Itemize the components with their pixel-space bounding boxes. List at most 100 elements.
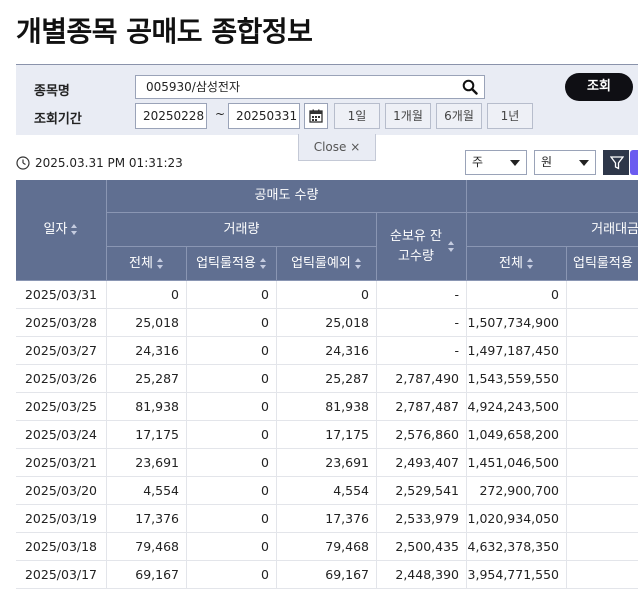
cell-value-total: 1,497,187,450: [467, 337, 567, 365]
col-uptick-applied-header[interactable]: 업틱룰적용: [187, 247, 277, 281]
col-uptick-exempt-header[interactable]: 업틱룰예외: [277, 247, 377, 281]
cell-value-total: 1,020,934,050: [467, 505, 567, 533]
col-value-total-header[interactable]: 전체: [467, 247, 567, 281]
sort-icon: [354, 257, 362, 270]
col-total-header[interactable]: 전체: [107, 247, 187, 281]
table-row[interactable]: 2025/03/19 17,376 0 17,376 2,533,979 1,020,93…: [16, 505, 638, 533]
chevron-down-icon: [510, 160, 520, 166]
cell-uptick-exempt: 4,554: [277, 477, 377, 505]
cell-uptick-exempt: 81,938: [277, 393, 377, 421]
cell-uptick-exempt: 25,018: [277, 309, 377, 337]
cell-value-uptick-applied: [567, 393, 638, 421]
table-row[interactable]: 2025/03/20 4,554 0 4,554 2,529,541 272,900,70…: [16, 477, 638, 505]
end-date-input[interactable]: 20250331: [228, 103, 300, 129]
share-unit-value: 주: [472, 155, 484, 169]
table-row[interactable]: 2025/03/17 69,167 0 69,167 2,448,390 3,954,77…: [16, 561, 638, 589]
cell-uptick-exempt: 23,691: [277, 449, 377, 477]
cell-uptick-applied: 0: [187, 533, 277, 561]
col-date-header[interactable]: 일자: [16, 180, 107, 281]
col-value-total-label: 전체: [499, 256, 523, 271]
sort-icon: [526, 257, 534, 270]
cell-date: 2025/03/17: [16, 561, 107, 589]
group-short-volume-header: 공매도 수량: [107, 180, 467, 213]
col-value-uptick-applied-label: 업틱룰적용: [573, 256, 633, 271]
cell-net-balance: 2,500,435: [377, 533, 467, 561]
query-button[interactable]: 조회: [565, 73, 633, 101]
cell-uptick-applied: 0: [187, 365, 277, 393]
calendar-button[interactable]: [304, 103, 328, 129]
cell-total: 79,468: [107, 533, 187, 561]
period-1year-button[interactable]: 1년: [487, 103, 533, 129]
table-row[interactable]: 2025/03/18 79,468 0 79,468 2,500,435 4,632,37…: [16, 533, 638, 561]
period-6month-button[interactable]: 6개월: [436, 103, 482, 129]
cell-date: 2025/03/27: [16, 337, 107, 365]
cell-value-uptick-applied: [567, 365, 638, 393]
table-row[interactable]: 2025/03/26 25,287 0 25,287 2,787,490 1,543,55…: [16, 365, 638, 393]
filter-icon: [610, 156, 624, 170]
cell-value-total: 3,954,771,550: [467, 561, 567, 589]
cell-total: 24,316: [107, 337, 187, 365]
cell-value-uptick-applied: [567, 561, 638, 589]
cell-total: 81,938: [107, 393, 187, 421]
period-1month-button[interactable]: 1개월: [385, 103, 431, 129]
cell-uptick-applied: 0: [187, 421, 277, 449]
cell-date: 2025/03/28: [16, 309, 107, 337]
filter-button[interactable]: [603, 150, 629, 175]
cell-net-balance: -: [377, 309, 467, 337]
col-total-label: 전체: [129, 256, 153, 271]
cell-value-total: 0: [467, 281, 567, 309]
col-net-balance-header[interactable]: 순보유 잔고수량: [377, 213, 467, 281]
cell-uptick-applied: 0: [187, 393, 277, 421]
start-date-input[interactable]: 20250228: [135, 103, 207, 129]
download-button[interactable]: [630, 150, 638, 175]
stock-input-value: 005930/삼성전자: [146, 80, 241, 94]
search-panel: 종목명 005930/삼성전자 조회 조회기간 20250228 ~ 20250…: [16, 64, 638, 135]
col-value-uptick-applied-header[interactable]: 업틱룰적용: [567, 247, 638, 281]
search-icon[interactable]: [462, 79, 478, 95]
chevron-down-icon: [579, 160, 589, 166]
cell-uptick-applied: 0: [187, 449, 277, 477]
cell-value-total: 1,507,734,900: [467, 309, 567, 337]
sub-trade-value-header: 거래대금: [467, 213, 638, 247]
timestamp-text: 2025.03.31 PM 01:31:23: [35, 156, 183, 170]
share-unit-select[interactable]: 주: [465, 150, 527, 175]
cell-date: 2025/03/26: [16, 365, 107, 393]
cell-net-balance: 2,448,390: [377, 561, 467, 589]
cell-total: 69,167: [107, 561, 187, 589]
stock-search-input[interactable]: 005930/삼성전자: [135, 75, 485, 99]
table-row[interactable]: 2025/03/31 0 0 0-0: [16, 281, 638, 309]
cell-date: 2025/03/19: [16, 505, 107, 533]
cell-uptick-exempt: 24,316: [277, 337, 377, 365]
cell-uptick-applied: 0: [187, 309, 277, 337]
cell-value-total: 4,924,243,500: [467, 393, 567, 421]
cell-date: 2025/03/20: [16, 477, 107, 505]
table-row[interactable]: 2025/03/27 24,316 0 24,316-1,497,187,450: [16, 337, 638, 365]
cell-date: 2025/03/25: [16, 393, 107, 421]
table-row[interactable]: 2025/03/21 23,691 0 23,691 2,493,407 1,451,04…: [16, 449, 638, 477]
cell-value-total: 4,632,378,350: [467, 533, 567, 561]
group-short-value-header: [467, 180, 638, 213]
cell-value-uptick-applied: [567, 421, 638, 449]
cell-date: 2025/03/18: [16, 533, 107, 561]
cell-value-total: 1,451,046,500: [467, 449, 567, 477]
col-uptick-applied-label: 업틱룰적용: [196, 256, 256, 271]
cell-value-uptick-applied: [567, 337, 638, 365]
cell-uptick-exempt: 17,376: [277, 505, 377, 533]
col-uptick-exempt-label: 업틱룰예외: [291, 256, 351, 271]
close-panel-button[interactable]: Close ×: [298, 134, 376, 161]
cell-uptick-exempt: 69,167: [277, 561, 377, 589]
cell-net-balance: -: [377, 281, 467, 309]
table-row[interactable]: 2025/03/24 17,175 0 17,175 2,576,860 1,049,65…: [16, 421, 638, 449]
stock-label: 종목명: [34, 84, 70, 99]
cell-uptick-exempt: 79,468: [277, 533, 377, 561]
table-row[interactable]: 2025/03/28 25,018 0 25,018-1,507,734,900: [16, 309, 638, 337]
period-label: 조회기간: [34, 112, 82, 127]
date-range-separator: ~: [215, 107, 226, 121]
cell-total: 25,287: [107, 365, 187, 393]
cell-value-uptick-applied: [567, 505, 638, 533]
period-1day-button[interactable]: 1일: [334, 103, 380, 129]
cell-total: 0: [107, 281, 187, 309]
cell-date: 2025/03/21: [16, 449, 107, 477]
currency-unit-select[interactable]: 원: [534, 150, 596, 175]
table-row[interactable]: 2025/03/25 81,938 0 81,938 2,787,487 4,924,24…: [16, 393, 638, 421]
